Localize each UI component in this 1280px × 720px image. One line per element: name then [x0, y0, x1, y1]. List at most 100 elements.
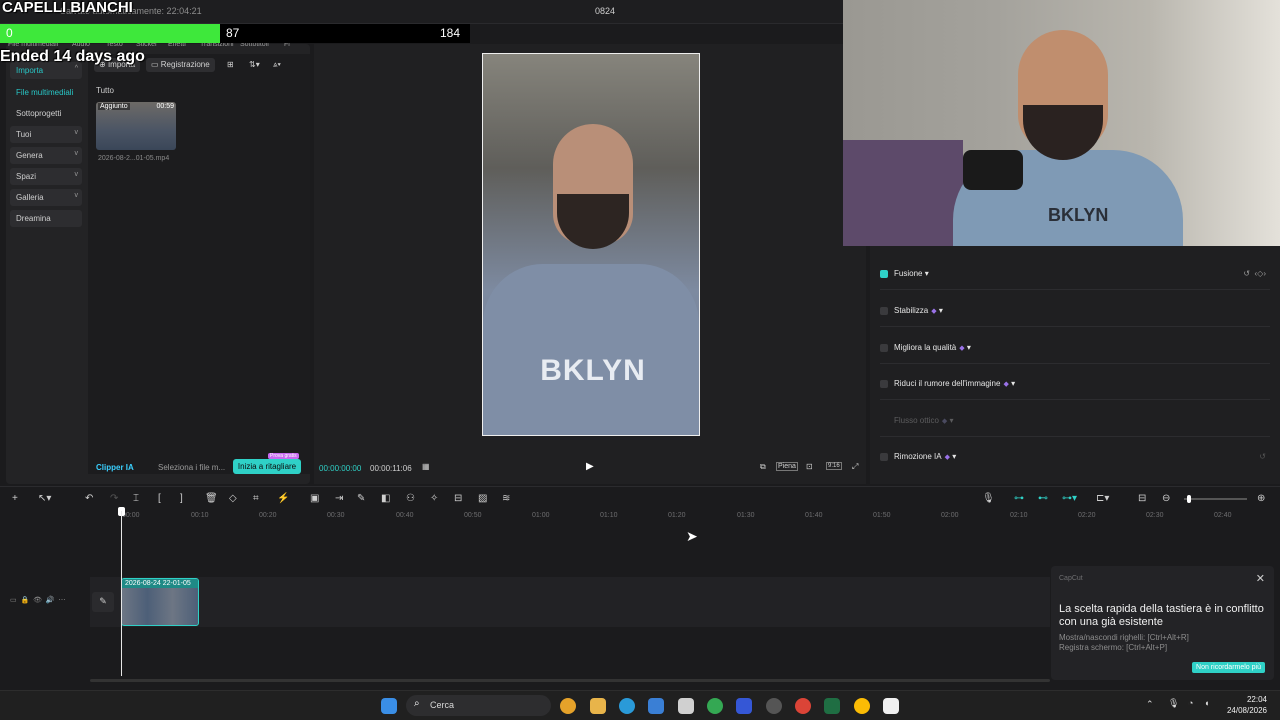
freeze-icon[interactable]: ▣ [310, 493, 319, 504]
chrome-icon[interactable] [560, 698, 576, 714]
edge-icon[interactable] [619, 698, 635, 714]
ratio-button[interactable]: 9:16 [826, 462, 842, 470]
crop-tool-icon[interactable]: ⌗ [253, 493, 259, 504]
person-cutout-icon[interactable]: ⚇ [406, 493, 415, 504]
playhead[interactable] [121, 511, 122, 676]
folder-icon[interactable] [590, 698, 606, 714]
volume-icon[interactable]: ◖ [1204, 698, 1209, 708]
mic-icon[interactable]: 🎙 [1168, 698, 1179, 709]
timeline-clip[interactable]: 2026-08-24 22-01-05 [121, 578, 199, 626]
play-icon[interactable]: ▶ [586, 461, 594, 472]
sidebar-item-gallery[interactable]: Galleria v [10, 189, 82, 206]
speed-icon[interactable]: ⚡ [277, 493, 289, 504]
ruler-tick: 02:40 [1214, 512, 1232, 519]
store-icon[interactable] [648, 698, 664, 714]
subtitle-icon[interactable]: ⊟ [1138, 493, 1146, 504]
waveform-icon[interactable]: ≋ [502, 493, 510, 504]
checkbox[interactable] [880, 270, 888, 278]
record-button[interactable]: ▭ Registrazione [146, 58, 215, 72]
clock-date[interactable]: 24/08/2026 [1227, 706, 1267, 715]
calendar-icon[interactable] [678, 698, 694, 714]
sidebar-item-spaces[interactable]: Spazi v [10, 168, 82, 185]
windows-start-icon[interactable] [381, 698, 397, 714]
magic-icon[interactable]: ✧ [430, 493, 438, 504]
prop-row-ai-removal[interactable]: Rimozione IA ◆ ▾ ↺ [880, 443, 1270, 473]
checkbox[interactable] [880, 453, 888, 461]
grid-view-icon[interactable]: ⊞ [222, 58, 239, 72]
trim-left-icon[interactable]: [ [158, 493, 161, 504]
sidebar-item-generate[interactable]: Genera v [10, 147, 82, 164]
sidebar-item-dreamina[interactable]: Dreamina [10, 210, 82, 227]
sort-icon[interactable]: ⇅▾ [244, 58, 265, 72]
marker-icon[interactable]: ◇ [229, 493, 237, 504]
checkbox[interactable] [880, 380, 888, 388]
edit-cover-icon[interactable]: ✎ [92, 592, 114, 612]
prop-row-stabilize[interactable]: Stabilizza ◆ ▾ [880, 297, 1270, 327]
sidebar-item-label: Importa [16, 66, 44, 75]
crop-icon[interactable]: ⧉ [760, 462, 766, 472]
capcut-icon[interactable] [883, 698, 899, 714]
grid-icon[interactable]: ▦ [422, 462, 430, 471]
sidebar-item-yours[interactable]: Tuoi v [10, 126, 82, 143]
zoom-out-icon[interactable]: ⊖ [1162, 493, 1170, 504]
filter-all-label[interactable]: Tutto [96, 86, 114, 95]
zoom-slider-handle[interactable] [1187, 495, 1191, 503]
undo-icon[interactable]: ↶ [85, 493, 93, 504]
chrome-icon[interactable] [854, 698, 870, 714]
clock-time[interactable]: 22:04 [1247, 695, 1267, 704]
delete-icon[interactable]: 🗑 [205, 493, 218, 504]
taskbar-search[interactable]: ⌕ Cerca [406, 695, 551, 716]
chrome-icon[interactable] [795, 698, 811, 714]
obs-icon[interactable] [766, 698, 782, 714]
start-clipping-button[interactable]: Inizia a ritagliare [233, 459, 301, 474]
timeline-scrollbar[interactable] [90, 679, 1050, 682]
toast-line: Registra schermo: [Ctrl+Alt+P] [1059, 643, 1168, 652]
mic-record-icon[interactable]: 🎙 [982, 493, 995, 504]
fit-mode-button[interactable]: Piena [776, 462, 798, 471]
chrome-icon[interactable] [707, 698, 723, 714]
chevron-up-icon[interactable]: ⌃ [1146, 699, 1154, 710]
link-magnet-icon[interactable]: ⊶ [1014, 493, 1024, 504]
draw-icon[interactable]: ✎ [357, 493, 365, 504]
snap-icon[interactable]: ⊶▾ [1062, 493, 1077, 504]
app-icon[interactable] [736, 698, 752, 714]
main-track-icon[interactable]: ⊷ [1038, 493, 1048, 504]
prop-label: Migliora la qualità ◆ ▾ [894, 343, 971, 352]
sidebar-item-label: Dreamina [16, 214, 51, 223]
add-track-icon[interactable]: + [12, 493, 18, 504]
excel-icon[interactable] [824, 698, 840, 714]
caption-icon[interactable]: ⊟ [454, 493, 462, 504]
media-thumbnail[interactable]: Aggiunto 00:59 [96, 102, 176, 150]
sidebar-item-media-files[interactable]: File multimediali [10, 84, 82, 101]
checkbox[interactable] [880, 307, 888, 315]
ruler-tick: 00:20 [259, 512, 277, 519]
zoom-in-icon[interactable]: ⊕ [1257, 493, 1265, 504]
select-tool-icon[interactable]: ↖▾ [38, 493, 51, 504]
image-icon[interactable]: ▨ [478, 493, 487, 504]
screenshot-icon[interactable]: ⊡ [806, 462, 813, 471]
redo-icon[interactable]: ↷ [110, 493, 118, 504]
zoom-slider[interactable] [1184, 495, 1247, 503]
track-controls[interactable]: ▭ 🔒 👁 🔊 ⋯ [10, 596, 66, 604]
video-frame[interactable]: BKLYN [482, 53, 700, 436]
fullscreen-icon[interactable]: ⤢ [852, 462, 858, 472]
timeline-ruler[interactable]: 00:00 00:10 00:20 00:30 00:40 00:50 01:0… [90, 509, 1280, 523]
extend-icon[interactable]: ⇥ [335, 493, 343, 504]
preview-axis-icon[interactable]: ⊏▾ [1096, 493, 1109, 504]
prop-row-denoise[interactable]: Riduci il rumore dell'immagine ◆ ▾ [880, 370, 1270, 400]
split-icon[interactable]: ⌶ [133, 493, 139, 504]
trim-right-icon[interactable]: ] [180, 493, 183, 504]
reset-icon[interactable]: ↺ [1259, 452, 1266, 461]
close-icon[interactable]: ✕ [1256, 572, 1265, 585]
mirror-icon[interactable]: ◧ [381, 493, 390, 504]
total-timecode: 00:00:11:06 [370, 464, 412, 473]
wifi-icon[interactable]: ◔ [1188, 698, 1193, 708]
dont-remind-button[interactable]: Non ricordarmelo più [1192, 662, 1265, 673]
filter-icon[interactable]: ⩓▾ [268, 58, 286, 72]
prop-row-blend[interactable]: Fusione ▾ ↺ ‹◇› [880, 260, 1270, 290]
sidebar-item-subprojects[interactable]: Sottoprogetti [10, 105, 82, 122]
prop-row-enhance[interactable]: Migliora la qualità ◆ ▾ [880, 334, 1270, 364]
reset-keyframe-icons[interactable]: ↺ ‹◇› [1243, 269, 1266, 278]
score-left: 0 [6, 26, 13, 40]
checkbox[interactable] [880, 344, 888, 352]
